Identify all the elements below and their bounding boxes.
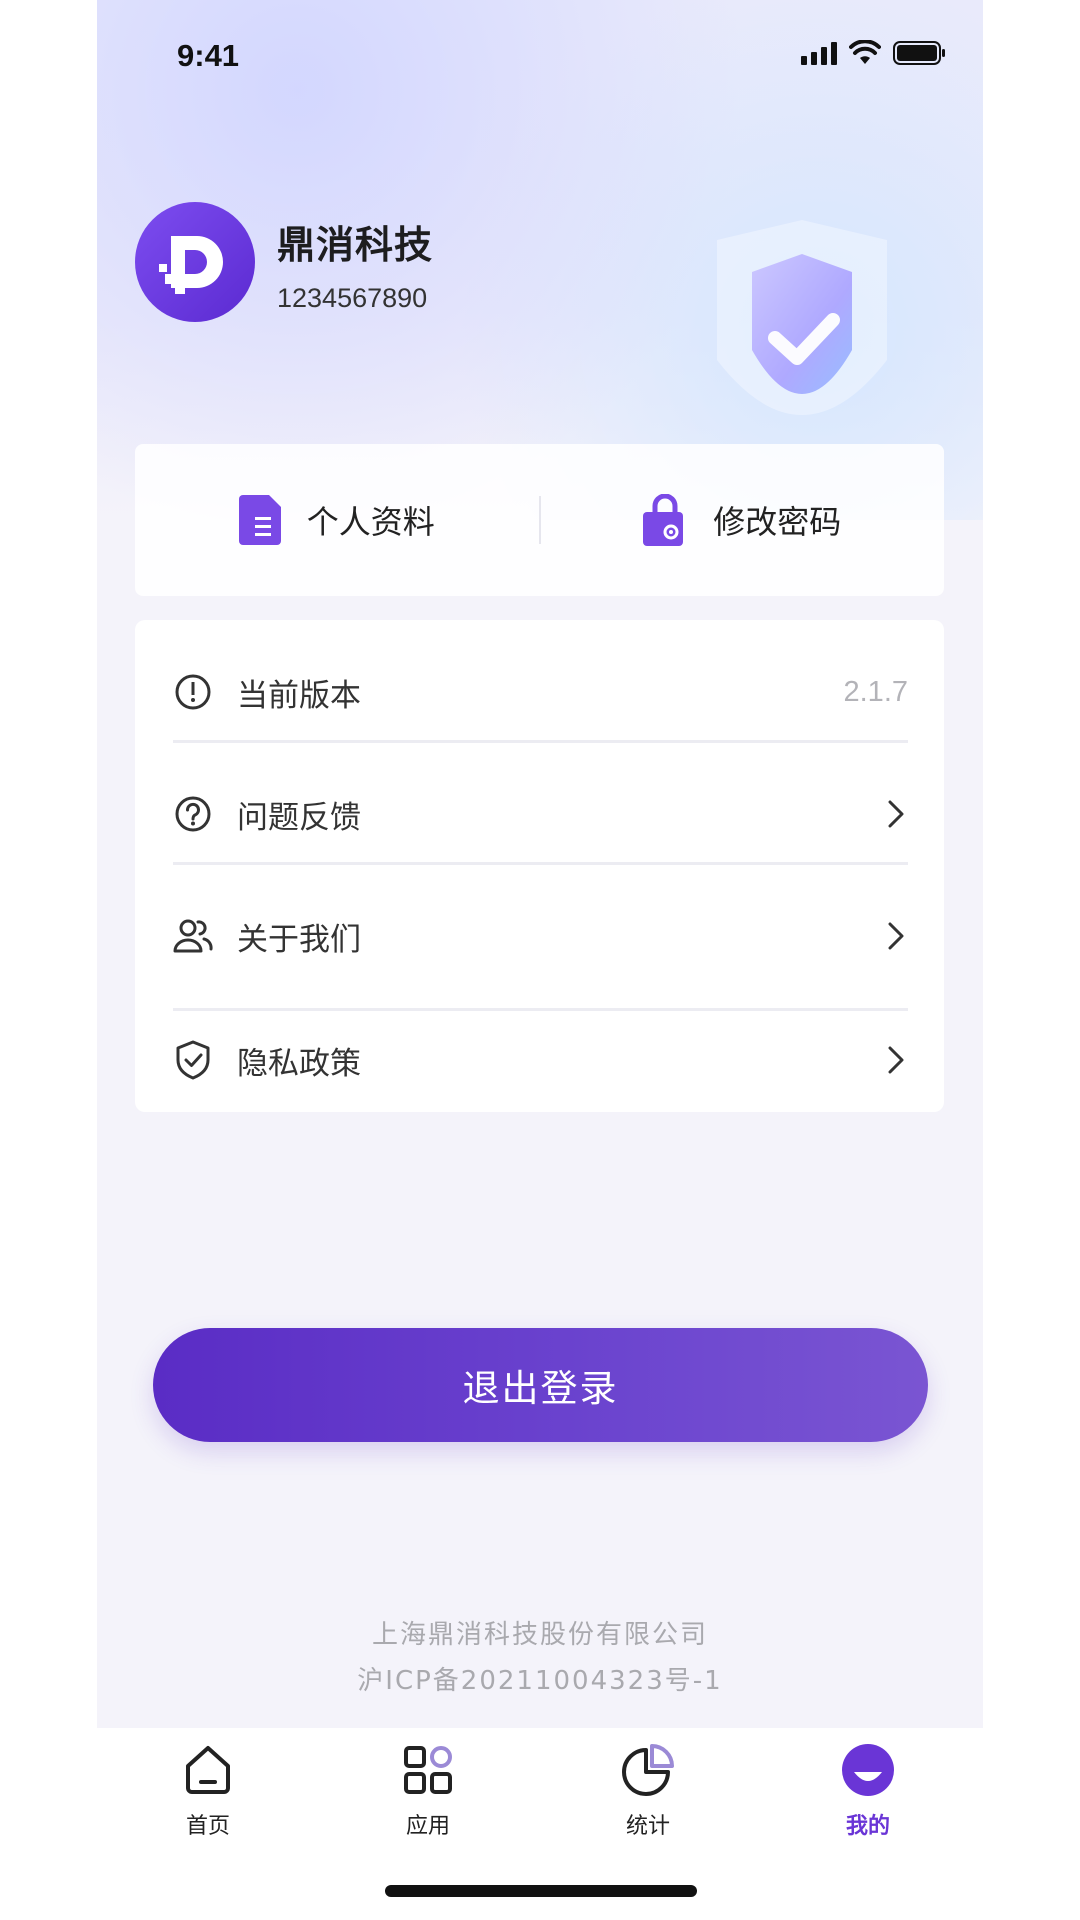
status-bar: 9:41 bbox=[97, 0, 983, 116]
tab-mine-label: 我的 bbox=[845, 1814, 890, 1839]
change-password-label: 修改密码 bbox=[713, 503, 842, 541]
cellular-signal-icon bbox=[801, 41, 837, 65]
profile-screen: 9:41 鼎消科技 1234567890 个人资料 修改密码 当前版本 2.1.… bbox=[97, 0, 983, 1920]
status-icons bbox=[801, 40, 947, 66]
logout-button[interactable]: 退出登录 bbox=[153, 1328, 928, 1442]
menu-item-feedback-label: 问题反馈 bbox=[237, 799, 361, 836]
icp-license: 沪ICP备20211004323号-1 bbox=[357, 1666, 723, 1696]
tab-statistics[interactable]: 统计 bbox=[588, 1742, 708, 1840]
menu-divider bbox=[173, 1008, 908, 1011]
menu-item-feedback[interactable]: 问题反馈 bbox=[173, 784, 908, 844]
user-id: 1234567890 bbox=[277, 283, 428, 313]
change-password-button[interactable]: 修改密码 bbox=[541, 494, 945, 546]
menu-item-privacy[interactable]: 隐私政策 bbox=[173, 1030, 908, 1090]
menu-item-about-label: 关于我们 bbox=[237, 921, 361, 958]
apps-icon bbox=[404, 1746, 452, 1794]
tab-apps[interactable]: 应用 bbox=[368, 1742, 488, 1840]
chevron-right-icon bbox=[888, 1046, 904, 1074]
tab-statistics-label: 统计 bbox=[625, 1814, 670, 1839]
menu-item-version: 当前版本 2.1.7 bbox=[173, 662, 908, 722]
profile-icon bbox=[842, 1744, 894, 1796]
company-name: 上海鼎消科技股份有限公司 bbox=[371, 1620, 708, 1650]
personal-info-label: 个人资料 bbox=[306, 503, 435, 541]
home-icon bbox=[186, 1746, 230, 1794]
app-version-value: 2.1.7 bbox=[843, 675, 909, 708]
tab-home[interactable]: 首页 bbox=[148, 1742, 268, 1840]
avatar[interactable] bbox=[135, 202, 255, 322]
home-indicator bbox=[385, 1885, 697, 1897]
users-icon bbox=[173, 916, 213, 956]
lock-gear-icon bbox=[643, 494, 684, 546]
personal-info-button[interactable]: 个人资料 bbox=[135, 495, 539, 545]
pie-chart-icon bbox=[622, 1744, 674, 1796]
quick-actions-card: 个人资料 修改密码 bbox=[135, 444, 944, 596]
wifi-icon bbox=[849, 40, 881, 64]
shield-illustration-icon bbox=[717, 220, 887, 415]
shield-check-icon bbox=[173, 1040, 213, 1080]
menu-item-privacy-label: 隐私政策 bbox=[237, 1045, 361, 1082]
settings-menu-card: 当前版本 2.1.7 问题反馈 关于我们 隐私政策 bbox=[135, 620, 944, 1112]
chevron-right-icon bbox=[888, 922, 904, 950]
menu-divider bbox=[173, 862, 908, 865]
question-circle-icon bbox=[173, 794, 213, 834]
footer: 上海鼎消科技股份有限公司 沪ICP备20211004323号-1 bbox=[97, 1612, 983, 1704]
tab-mine[interactable]: 我的 bbox=[808, 1742, 928, 1840]
company-logo-icon bbox=[159, 236, 223, 294]
menu-divider bbox=[173, 740, 908, 743]
user-name: 鼎消科技 bbox=[277, 223, 434, 267]
tab-apps-label: 应用 bbox=[405, 1814, 450, 1839]
menu-item-version-label: 当前版本 bbox=[237, 677, 361, 714]
tab-home-label: 首页 bbox=[185, 1814, 230, 1839]
status-time: 9:41 bbox=[177, 38, 240, 73]
logout-label: 退出登录 bbox=[462, 1367, 619, 1410]
battery-icon bbox=[893, 41, 945, 65]
menu-item-about[interactable]: 关于我们 bbox=[173, 906, 908, 966]
info-circle-icon bbox=[173, 672, 213, 712]
chevron-right-icon bbox=[888, 800, 904, 828]
document-icon bbox=[238, 495, 281, 545]
